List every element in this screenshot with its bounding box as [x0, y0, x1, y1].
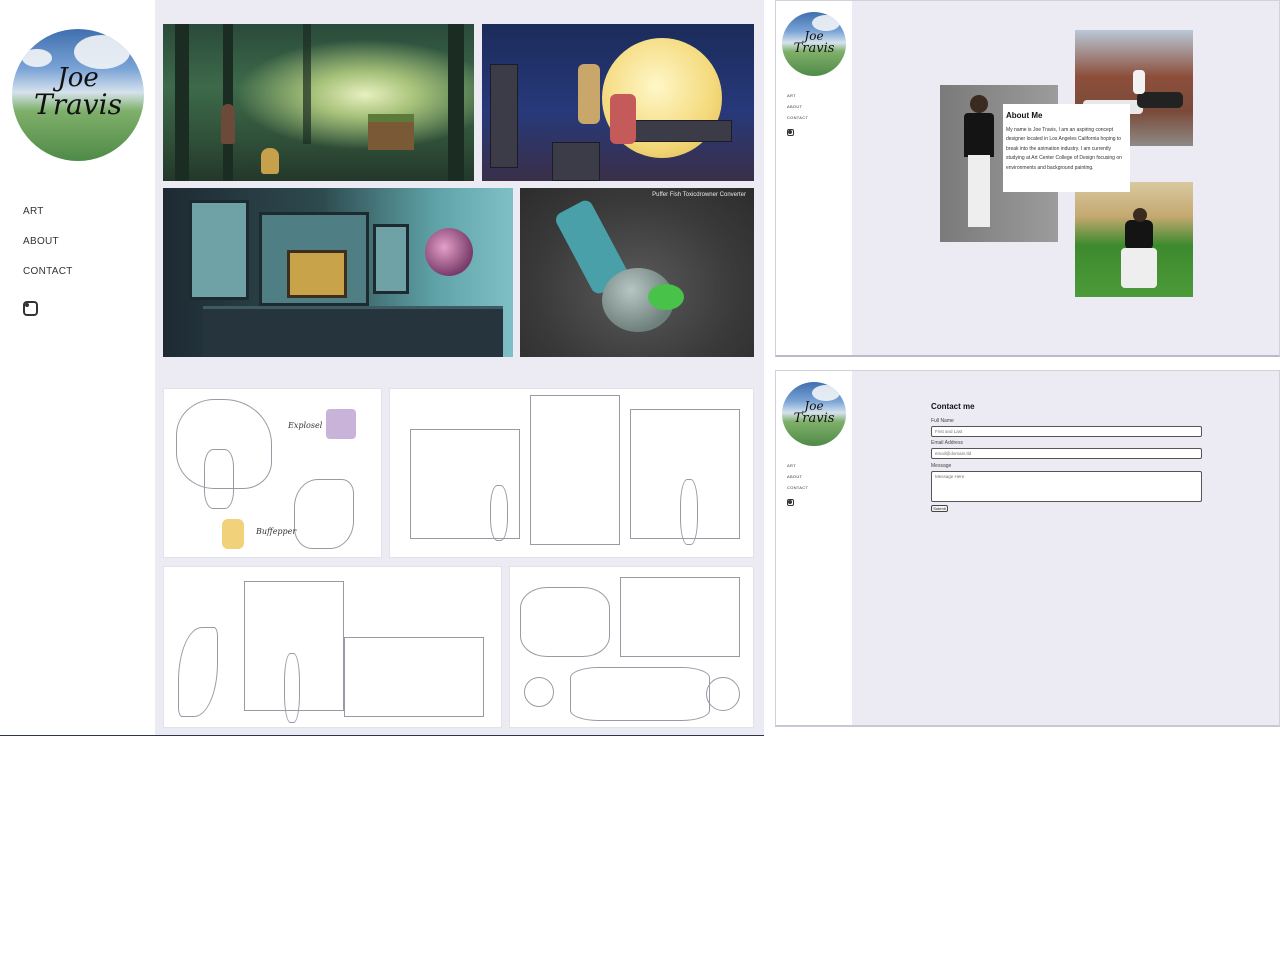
contact-title: Contact me [931, 402, 975, 411]
nav-about[interactable]: ABOUT [787, 474, 808, 485]
full-name-label: Full Name [931, 418, 954, 424]
nav-about[interactable]: ABOUT [787, 104, 808, 115]
submit-button[interactable]: Submit [931, 505, 948, 512]
artwork-moon-robots[interactable] [482, 24, 754, 181]
site-logo[interactable]: Joe Travis [12, 29, 144, 161]
artwork-laboratory[interactable] [163, 188, 513, 357]
sketch-tag-2: Buffepper [256, 527, 297, 536]
artwork-puffer-fish[interactable]: Puffer Fish Toxicdrowner Converter [520, 188, 754, 357]
art-page-screenshot: Joe Travis ART ABOUT CONTACT Puffer Fish… [0, 0, 764, 736]
nav-art[interactable]: ART [787, 463, 808, 474]
logo-text-last: Travis [793, 411, 835, 426]
about-text: My name is Joe Travis, I am an aspiring … [1006, 127, 1122, 171]
about-card: About Me My name is Joe Travis, I am an … [1003, 104, 1130, 192]
artwork-caption: Puffer Fish Toxicdrowner Converter [652, 192, 746, 198]
nav-contact[interactable]: CONTACT [787, 115, 808, 126]
email-label: Email Address [931, 440, 963, 446]
contact-page-screenshot: Joe Travis ART ABOUT CONTACT Contact me … [775, 370, 1280, 727]
logo-text-last: Travis [34, 88, 122, 121]
main-nav: ART ABOUT CONTACT [787, 463, 808, 496]
instagram-icon[interactable] [787, 499, 794, 506]
instagram-icon[interactable] [787, 129, 794, 136]
photo-sitting-grass [1075, 182, 1193, 297]
full-name-input[interactable] [931, 426, 1202, 437]
nav-about[interactable]: ABOUT [23, 236, 73, 266]
instagram-icon[interactable] [23, 301, 38, 316]
artwork-forest-cabin[interactable] [163, 24, 474, 181]
sidebar: Joe Travis ART ABOUT CONTACT [776, 1, 852, 355]
artwork-sketch-ruins[interactable] [163, 566, 502, 728]
about-title: About Me [1006, 111, 1043, 120]
message-textarea[interactable] [931, 471, 1202, 502]
sketch-tag-1: Explosel [288, 421, 323, 430]
artwork-sketch-temple-street[interactable] [389, 388, 754, 558]
site-logo[interactable]: Joe Travis [782, 12, 846, 76]
nav-contact[interactable]: CONTACT [787, 485, 808, 496]
sidebar: Joe Travis ART ABOUT CONTACT [0, 0, 155, 735]
nav-contact[interactable]: CONTACT [23, 266, 73, 296]
about-page-screenshot: Joe Travis ART ABOUT CONTACT About Me My… [775, 0, 1280, 357]
site-logo[interactable]: Joe Travis [782, 382, 846, 446]
nav-art[interactable]: ART [23, 206, 73, 236]
email-input[interactable] [931, 448, 1202, 459]
main-nav: ART ABOUT CONTACT [787, 93, 808, 126]
sidebar: Joe Travis ART ABOUT CONTACT [776, 371, 852, 725]
main-nav: ART ABOUT CONTACT [23, 206, 73, 296]
message-label: Message [931, 463, 952, 469]
logo-text-last: Travis [793, 41, 835, 56]
artwork-sketch-market[interactable] [509, 566, 754, 728]
nav-art[interactable]: ART [787, 93, 808, 104]
artwork-sketch-characters[interactable]: Explosel Buffepper [163, 388, 382, 558]
